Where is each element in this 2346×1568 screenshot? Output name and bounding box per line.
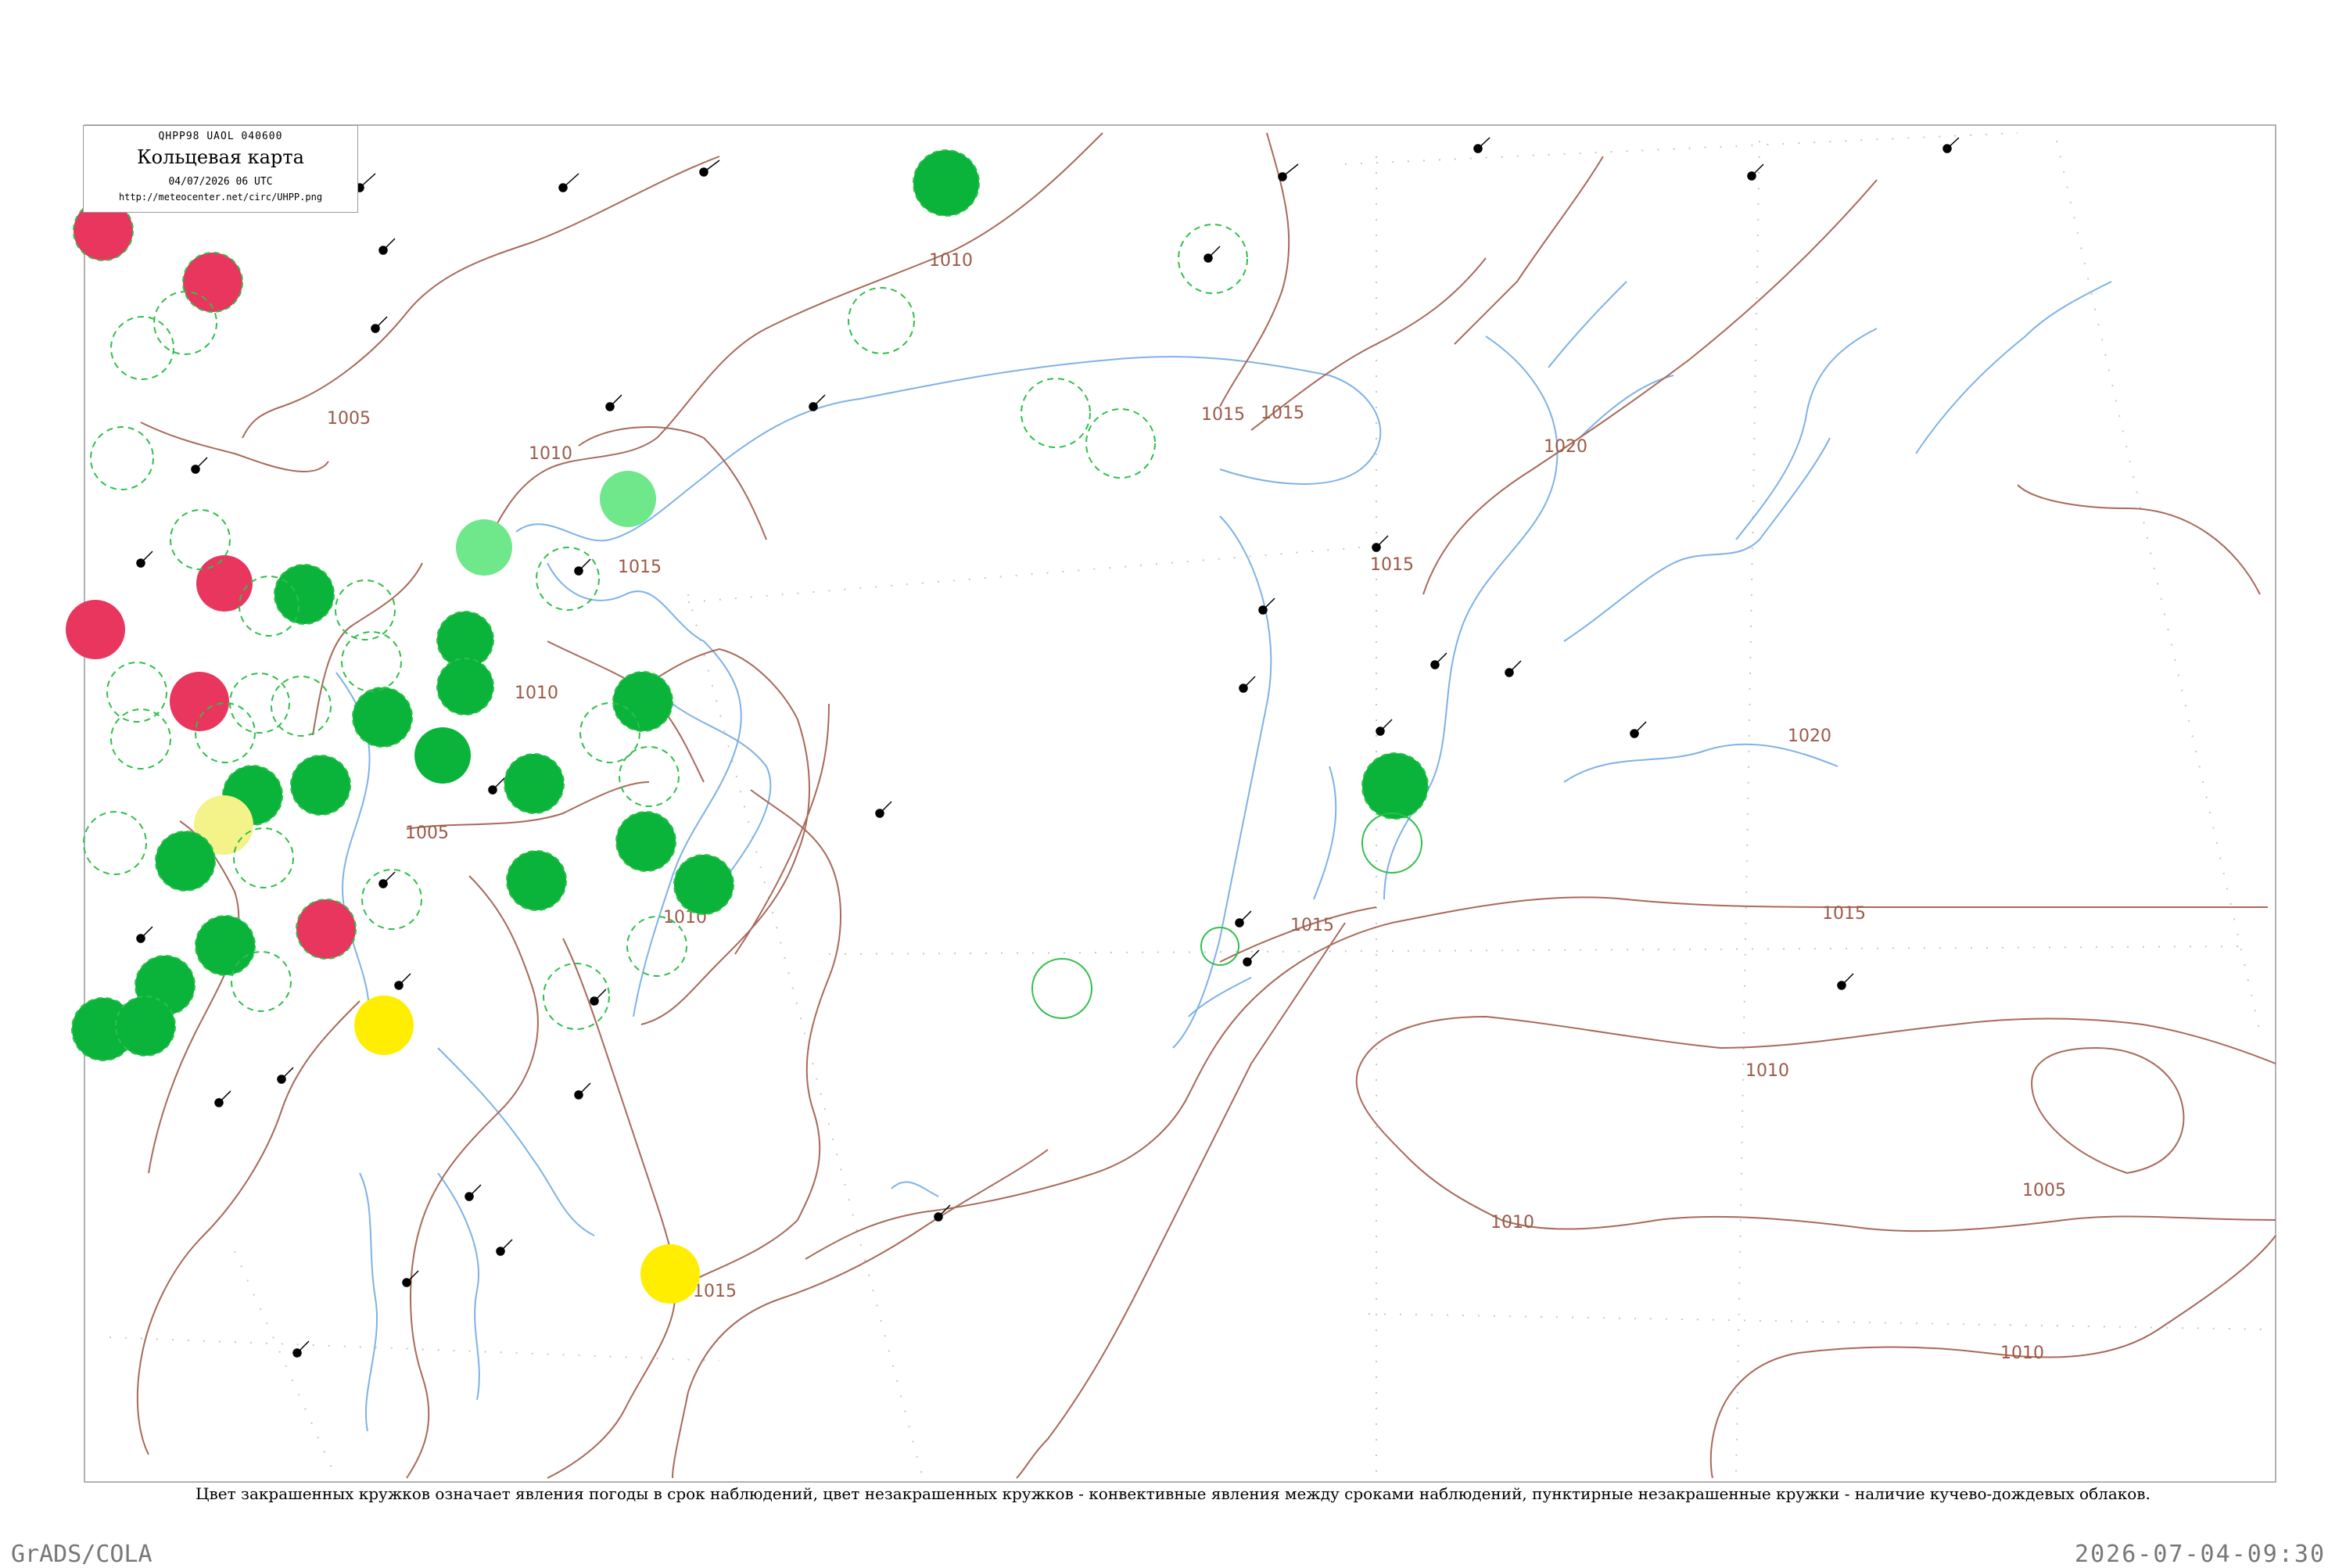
station-markers-filled — [66, 149, 1429, 1304]
isobar-label: 1010 — [1745, 1061, 1789, 1081]
station-marker — [848, 287, 915, 354]
map-datetime: 04/07/2026 06 UTC — [168, 176, 273, 188]
station-marker — [296, 899, 357, 960]
station-marker — [913, 149, 980, 217]
isobar-label: 1015 — [693, 1282, 737, 1301]
station-marker — [615, 811, 676, 872]
isobar-label: 1010 — [2000, 1344, 2044, 1363]
station-marker — [456, 519, 512, 576]
isobar-label: 1010 — [529, 444, 572, 464]
isobar-label: 1010 — [929, 251, 973, 271]
station-marker — [504, 753, 565, 814]
isobars — [136, 132, 2276, 1479]
station-marker — [290, 755, 351, 816]
map-title: Кольцевая карта — [137, 146, 304, 168]
station-plots — [136, 137, 1960, 1358]
station-marker — [1361, 752, 1429, 820]
station-marker — [341, 631, 402, 692]
station-marker — [155, 831, 216, 892]
station-marker — [110, 709, 171, 770]
station-marker — [196, 555, 253, 612]
graticule — [109, 132, 2269, 1479]
isobar-label: 1020 — [1788, 727, 1831, 746]
station-marker — [83, 811, 147, 875]
station-marker — [506, 850, 567, 911]
isobar-label: 1015 — [1201, 405, 1245, 425]
isobar-label: 1015 — [618, 558, 662, 577]
map-header: QHPP98 UAOL 040600 Кольцевая карта 04/07… — [83, 125, 358, 213]
station-marker — [195, 915, 256, 976]
station-marker — [600, 471, 656, 527]
station-marker — [335, 579, 396, 640]
station-marker — [170, 672, 229, 731]
isobar-label: 1015 — [1370, 555, 1414, 575]
isobar-label: 1010 — [1490, 1213, 1534, 1233]
station-marker — [110, 316, 174, 380]
station-marker — [229, 673, 290, 734]
station-marker — [352, 687, 413, 748]
map-border — [84, 124, 2276, 1483]
station-marker — [1178, 224, 1248, 294]
station-marker — [1200, 927, 1239, 966]
station-marker — [536, 547, 600, 611]
station-marker — [414, 727, 471, 784]
station-marker — [1031, 958, 1092, 1019]
station-marker — [106, 662, 167, 723]
station-marker — [66, 600, 125, 659]
synoptic-map: 1010 1005 1010 1015 1010 1015 1015 1020 … — [66, 124, 2276, 1483]
isobar-label: 1005 — [327, 409, 371, 429]
station-marker — [170, 509, 231, 570]
source-url: http://meteocenter.net/circ/UHPP.png — [118, 192, 323, 203]
station-marker — [436, 658, 494, 716]
station-marker — [90, 426, 154, 490]
station-marker — [115, 996, 176, 1057]
station-marker — [1021, 378, 1091, 448]
isobar-label: 1015 — [1261, 404, 1304, 423]
station-marker — [673, 854, 734, 915]
coastlines — [335, 281, 2112, 1432]
isobar-label: 1015 — [1822, 904, 1866, 924]
station-marker — [182, 252, 243, 313]
isobar-label: 1005 — [405, 823, 449, 843]
station-marker — [354, 996, 414, 1055]
station-marker — [1085, 408, 1156, 479]
station-marker — [1361, 813, 1422, 874]
station-marker — [640, 1244, 700, 1304]
legend-caption: Цвет закрашенных кружков означает явлени… — [196, 1484, 2150, 1503]
station-marker — [361, 869, 422, 930]
bulletin-code: QHPP98 UAOL 040600 — [158, 131, 283, 142]
station-markers-rings — [83, 224, 1422, 1030]
isobar-label: 1020 — [1544, 437, 1587, 457]
isobar-label: 1015 — [1290, 916, 1334, 935]
isobar-label: 1010 — [515, 684, 558, 703]
isobar-label: 1005 — [2022, 1181, 2066, 1200]
station-marker — [274, 564, 335, 625]
station-marker — [612, 671, 673, 732]
